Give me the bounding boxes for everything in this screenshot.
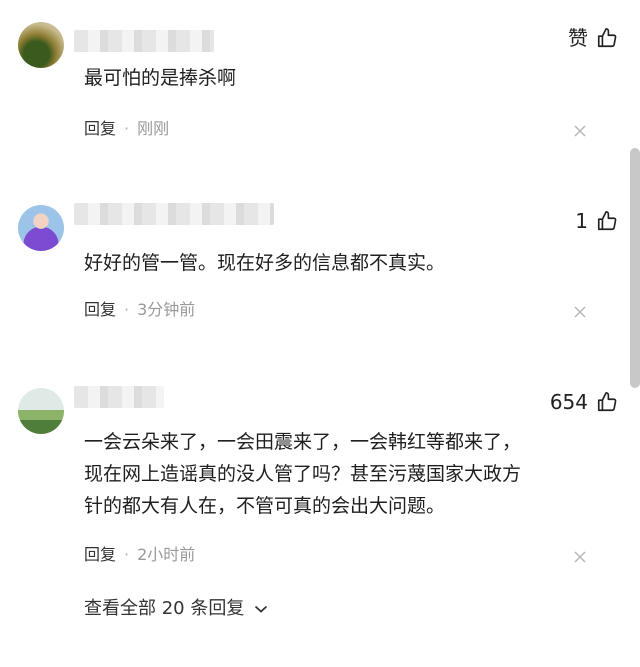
- view-all-replies-button[interactable]: 查看全部 20 条回复: [84, 596, 268, 622]
- avatar[interactable]: [18, 388, 64, 434]
- view-all-label: 查看全部 20 条回复: [84, 598, 245, 619]
- thumbs-up-icon[interactable]: [596, 27, 618, 49]
- chevron-down-icon: [254, 605, 268, 613]
- comment-item: 1 好好的管一管。现在好多的信息都不真实。 回复 · 3分钟前: [0, 175, 640, 335]
- avatar[interactable]: [18, 22, 64, 68]
- comment-item: 赞 最可怕的是捧杀啊 回复 · 刚刚: [0, 0, 640, 160]
- username-blurred[interactable]: [74, 386, 164, 408]
- comment-text: 一会云朵来了，一会田震来了，一会韩红等都来了， 现在网上造谣真的没人管了吗？甚至…: [84, 431, 522, 517]
- username-blurred[interactable]: [74, 30, 214, 52]
- close-icon[interactable]: [574, 551, 586, 563]
- thumbs-up-icon[interactable]: [596, 210, 618, 232]
- comment-actions: 回复 · 刚刚: [84, 118, 169, 140]
- comment-actions: 回复 · 2小时前: [84, 544, 195, 566]
- comment-actions: 回复 · 3分钟前: [84, 299, 195, 321]
- like-count: 赞: [568, 26, 588, 50]
- close-icon[interactable]: [574, 125, 586, 137]
- username-blurred[interactable]: [74, 203, 274, 225]
- like-count: 654: [549, 390, 588, 414]
- separator-dot: ·: [124, 119, 130, 138]
- close-icon[interactable]: [574, 306, 586, 318]
- comment-item: 654 一会云朵来了，一会田震来了，一会韩红等都来了， 现在网上造谣真的没人管了…: [0, 360, 640, 580]
- avatar[interactable]: [18, 205, 64, 251]
- separator-dot: ·: [124, 545, 130, 564]
- timestamp: 2小时前: [137, 545, 196, 564]
- reply-button[interactable]: 回复: [84, 300, 116, 319]
- comment-text: 好好的管一管。现在好多的信息都不真实。: [84, 252, 446, 274]
- reply-button[interactable]: 回复: [84, 119, 116, 138]
- thumbs-up-icon[interactable]: [596, 391, 618, 413]
- timestamp: 3分钟前: [137, 300, 196, 319]
- separator-dot: ·: [124, 300, 130, 319]
- reply-button[interactable]: 回复: [84, 545, 116, 564]
- like-count: 1: [575, 209, 588, 233]
- comment-text: 最可怕的是捧杀啊: [84, 67, 237, 89]
- timestamp: 刚刚: [137, 119, 170, 138]
- scrollbar[interactable]: [630, 148, 640, 388]
